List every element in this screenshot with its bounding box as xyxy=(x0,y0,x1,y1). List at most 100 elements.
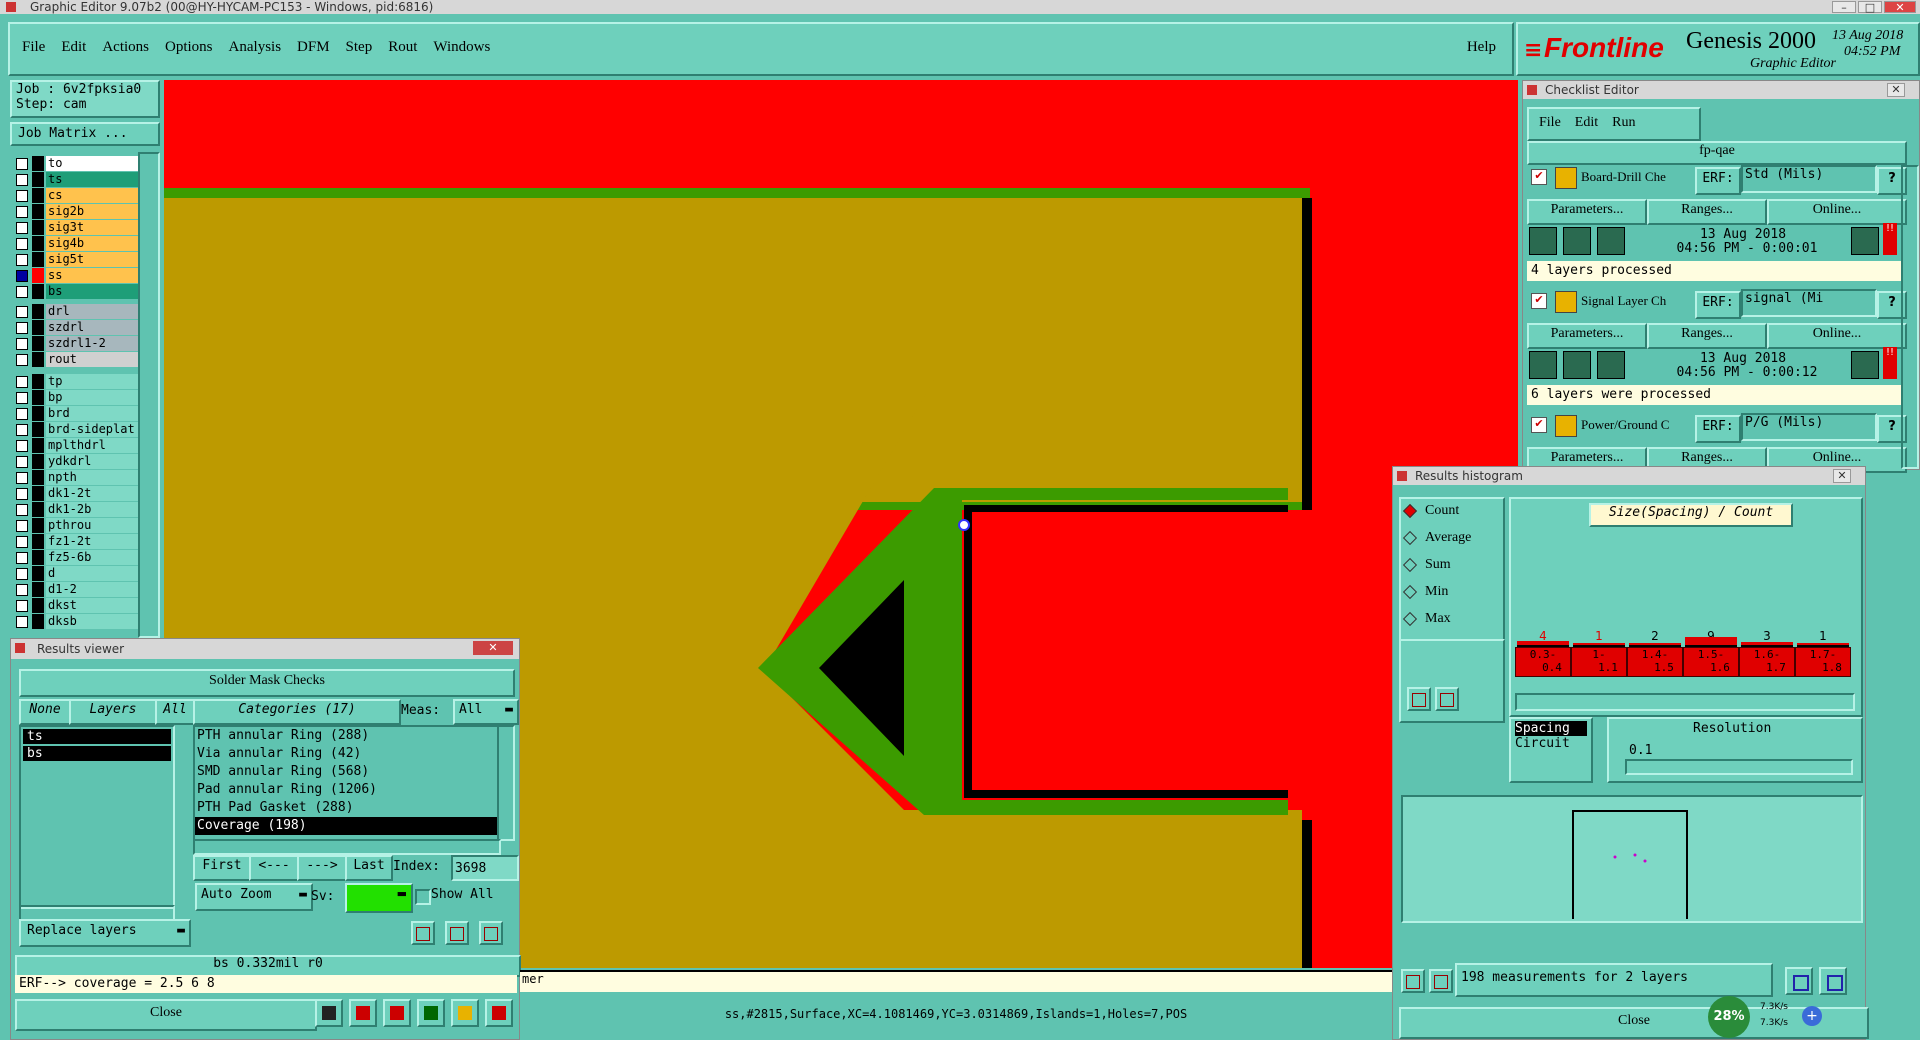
index-field[interactable] xyxy=(451,855,519,881)
resolution-slider[interactable] xyxy=(1625,759,1853,775)
layer-name[interactable]: d xyxy=(46,566,144,581)
layer-checkbox[interactable] xyxy=(16,424,28,436)
histogram-hscroll[interactable] xyxy=(1515,693,1855,711)
online-button[interactable]: Online... xyxy=(1767,323,1907,349)
none-button[interactable]: None xyxy=(19,699,71,725)
layer-checkbox[interactable] xyxy=(16,488,28,500)
run-icon[interactable] xyxy=(1529,227,1557,255)
menu-options[interactable]: Options xyxy=(165,39,213,56)
range-cell[interactable]: 1.6- 1.7 xyxy=(1739,647,1795,677)
layer-checkbox[interactable] xyxy=(16,376,28,388)
delete-icon[interactable] xyxy=(1407,687,1431,711)
layer-checkbox[interactable] xyxy=(16,206,28,218)
checklist-item-name[interactable]: Power/Ground C xyxy=(1581,417,1669,433)
results-viewer-close-icon[interactable]: ✕ xyxy=(473,641,513,655)
layer-checkbox[interactable] xyxy=(16,322,28,334)
layer-name[interactable]: szdrl xyxy=(46,320,144,335)
checklist-scrollbar[interactable] xyxy=(1901,165,1919,469)
run-icon[interactable] xyxy=(1563,351,1591,379)
result-layer-item[interactable]: ts xyxy=(23,729,171,744)
layer-name[interactable]: fz1-2t xyxy=(46,534,144,549)
layer-row[interactable]: szdrl1-2 xyxy=(14,336,144,352)
run-icon[interactable] xyxy=(1597,227,1625,255)
layer-row[interactable]: ts xyxy=(14,172,144,188)
histogram-close-icon[interactable]: ✕ xyxy=(1833,469,1851,483)
option-average[interactable]: Average xyxy=(1401,526,1503,553)
layer-checkbox[interactable] xyxy=(16,158,28,170)
results-viewer-close-button[interactable]: Close xyxy=(15,999,317,1031)
layer-checkbox[interactable] xyxy=(16,286,28,298)
layer-row[interactable]: dk1-2b xyxy=(14,502,144,518)
menu-file[interactable]: File xyxy=(22,39,45,56)
layer-row[interactable]: to xyxy=(14,156,144,172)
option-min[interactable]: Min xyxy=(1401,580,1503,607)
layer-name[interactable]: pthrou xyxy=(46,518,144,533)
layer-row[interactable]: dkst xyxy=(14,598,144,614)
layer-list-scrollbar[interactable] xyxy=(138,152,160,638)
layer-name[interactable]: cs xyxy=(46,188,144,203)
zoom-icon[interactable] xyxy=(1851,351,1879,379)
option-count[interactable]: Count xyxy=(1401,499,1503,526)
meas-select[interactable]: All ▬ xyxy=(453,699,519,725)
layer-row[interactable]: bp xyxy=(14,390,144,406)
zoom-icon[interactable] xyxy=(1851,227,1879,255)
parameters-button[interactable]: Parameters... xyxy=(1527,199,1647,225)
menu-edit[interactable]: Edit xyxy=(61,39,86,56)
layer-checkbox[interactable] xyxy=(16,174,28,186)
layer-name[interactable]: sig5t xyxy=(46,252,144,267)
maximize-button[interactable]: □ xyxy=(1858,1,1882,14)
close-window-button[interactable]: ✕ xyxy=(1884,1,1916,14)
layer-checkbox[interactable] xyxy=(16,408,28,420)
layer-row[interactable]: drl xyxy=(14,304,144,320)
board-thumbnail[interactable] xyxy=(1401,795,1863,923)
undo-icon[interactable] xyxy=(479,921,503,945)
show-all-checkbox[interactable] xyxy=(415,889,431,905)
category-item[interactable]: SMD annular Ring (568) xyxy=(195,763,497,781)
sv-color-select[interactable]: ▬ xyxy=(345,883,413,913)
layer-row[interactable]: brd-sideplat xyxy=(14,422,144,438)
stop-icon[interactable] xyxy=(349,999,377,1027)
menu-step[interactable]: Step xyxy=(346,39,373,56)
last-button[interactable]: Last xyxy=(345,855,393,881)
histogram-icon[interactable] xyxy=(485,999,513,1027)
layer-row[interactable]: ss xyxy=(14,268,144,284)
layer-row[interactable]: brd xyxy=(14,406,144,422)
online-button[interactable]: Online... xyxy=(1767,199,1907,225)
layer-row[interactable]: rout xyxy=(14,352,144,368)
layer-checkbox[interactable] xyxy=(16,254,28,266)
checklist-close-icon[interactable]: ✕ xyxy=(1887,83,1905,97)
layer-name[interactable]: ss xyxy=(46,268,144,283)
cancel-icon[interactable] xyxy=(383,999,411,1027)
layer-checkbox[interactable] xyxy=(16,520,28,532)
all-button[interactable]: All xyxy=(155,699,195,725)
layer-checkbox[interactable] xyxy=(16,584,28,596)
layer-name[interactable]: bp xyxy=(46,390,144,405)
range-cell[interactable]: 1- 1.1 xyxy=(1571,647,1627,677)
run-icon[interactable] xyxy=(1529,351,1557,379)
run-icon[interactable] xyxy=(1597,351,1625,379)
layer-name[interactable]: drl xyxy=(46,304,144,319)
menu-windows[interactable]: Windows xyxy=(433,39,490,56)
menu-help[interactable]: Help xyxy=(1467,39,1496,56)
layer-name[interactable]: rout xyxy=(46,352,144,367)
option-sum[interactable]: Sum xyxy=(1401,553,1503,580)
layer-name[interactable]: fz5-6b xyxy=(46,550,144,565)
category-item[interactable]: Coverage (198) xyxy=(195,817,497,835)
layer-checkbox[interactable] xyxy=(16,190,28,202)
replace-layers-select[interactable]: Replace layers ▬ xyxy=(19,919,191,947)
range-cell[interactable]: 1.4- 1.5 xyxy=(1627,647,1683,677)
add-icon[interactable]: + xyxy=(1802,1006,1822,1026)
categories-button[interactable]: Categories (17) xyxy=(193,699,401,725)
prev-button[interactable]: <--- xyxy=(249,855,299,881)
job-matrix-button[interactable]: Job Matrix ... xyxy=(10,122,160,146)
checklist-menu-file[interactable]: File xyxy=(1539,115,1561,131)
layer-row[interactable]: sig5t xyxy=(14,252,144,268)
range-cell[interactable]: 1.7- 1.8 xyxy=(1795,647,1851,677)
layer-row[interactable]: sig2b xyxy=(14,204,144,220)
checklist-menu-run[interactable]: Run xyxy=(1612,115,1635,131)
layer-name[interactable]: mplthdrl xyxy=(46,438,144,453)
check-icon[interactable]: ✔ xyxy=(1531,169,1547,185)
layer-row[interactable]: bs xyxy=(14,284,144,300)
layer-row[interactable]: ydkdrl xyxy=(14,454,144,470)
menu-dfm[interactable]: DFM xyxy=(297,39,330,56)
